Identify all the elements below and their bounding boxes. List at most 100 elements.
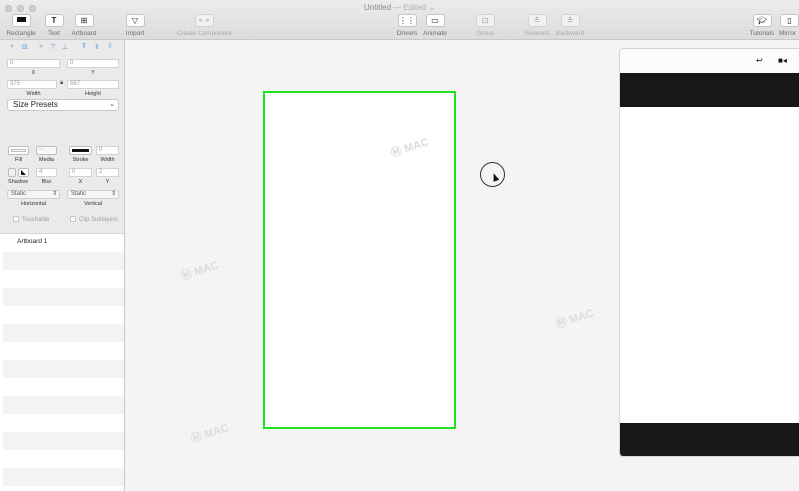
fill-swatch[interactable] — [8, 146, 29, 155]
component-icon: ⚬⚬ — [197, 16, 211, 25]
align-center-h-icon[interactable]: ⊟ — [22, 43, 28, 51]
stepper-icon: ⇕ — [51, 191, 57, 197]
width-label: Width — [26, 91, 41, 97]
clip-sublayers-checkbox[interactable]: Clip Sublayers — [70, 216, 118, 223]
animate-button[interactable]: ▭ Animate — [422, 14, 448, 37]
backward-label: Backward — [555, 30, 585, 37]
layers-list: Artboard 1 — [0, 233, 124, 491]
forward-button[interactable]: ≛ Forward — [523, 14, 551, 37]
layer-row-empty — [3, 468, 124, 486]
artboard[interactable] — [263, 91, 456, 429]
alignment-toolbar: ⫞ ⊟ ⫟ ⊤ ⊥ ⫪ ⫫ ⫩ — [4, 43, 122, 53]
horizontal-constraint-value: Static — [11, 191, 27, 197]
document-title-name: Untitled — [363, 3, 392, 12]
layer-row-empty — [3, 396, 124, 414]
size-presets-select[interactable]: Size Presets ⌄ — [7, 99, 119, 111]
height-label: Height — [85, 91, 101, 97]
stroke-width-field[interactable]: 0 — [96, 146, 119, 155]
preview-bottom-bar — [620, 423, 799, 456]
group-label: Group — [475, 30, 495, 37]
blur-field[interactable]: 4 — [36, 168, 57, 177]
shadow-y-field[interactable]: 2 — [96, 168, 119, 177]
watermark-logo: Ⓜ MAC — [189, 422, 231, 446]
media-placeholder-icon: ⌒ — [39, 150, 46, 156]
import-icon: ▽ — [131, 16, 139, 25]
layer-row-empty — [3, 288, 124, 306]
tutorials-button[interactable]: 🎓︎ Tutorials — [747, 14, 777, 37]
text-tool-label: Text — [48, 30, 60, 37]
undo-icon[interactable]: ↩ — [756, 56, 763, 65]
create-component-button[interactable]: ⚬⚬ Create Component — [174, 14, 234, 37]
artboard-tool-button[interactable]: ⊞ Artboard — [69, 14, 99, 37]
watermark-logo: Ⓜ MAC — [179, 259, 221, 283]
height-field[interactable]: 667 — [67, 80, 119, 89]
rectangle-tool-button[interactable]: Rectangle — [6, 14, 36, 37]
lock-aspect-icon[interactable]: 🔒︎ — [60, 80, 63, 87]
group-icon: ⊡ — [481, 16, 489, 25]
document-title[interactable]: Untitled — Edited ⌄ — [0, 3, 799, 12]
backward-button[interactable]: ≚ Backward — [553, 14, 587, 37]
x-field[interactable]: 0 — [7, 59, 60, 68]
stroke-width-label: Width — [100, 157, 115, 163]
graduation-cap-icon: 🎓︎ — [756, 16, 768, 25]
shadow-label: Shadow — [8, 179, 28, 185]
distribute-h-icon[interactable]: ⊥ — [62, 43, 68, 51]
layer-row-empty — [3, 252, 124, 270]
import-button[interactable]: ▽ Import — [123, 14, 147, 37]
shadow-y-label: Y — [105, 179, 110, 185]
align-top-icon[interactable]: ⊤ — [50, 43, 56, 51]
fill-label: Fill — [14, 157, 23, 163]
shadow-toggle[interactable] — [8, 168, 16, 177]
mirror-icon: ▯ — [787, 16, 792, 25]
artboard-tool-label: Artboard — [71, 30, 97, 37]
media-label: Media — [39, 157, 54, 163]
text-icon: T — [51, 16, 57, 25]
mirror-button[interactable]: ▯ Mirror — [779, 14, 799, 37]
preview-panel: ↩ ■◂ — [619, 48, 799, 457]
stepper-icon: ⇕ — [110, 191, 116, 197]
media-swatch[interactable]: ⌒ — [36, 146, 57, 156]
animate-icon: ▭ — [431, 16, 439, 25]
bring-forward-icon: ≛ — [533, 16, 541, 25]
mirror-label: Mirror — [779, 30, 796, 37]
width-field[interactable]: 375 — [7, 80, 57, 89]
toolbar: Untitled — Edited ⌄ Rectangle T Text ⊞ A… — [0, 0, 799, 40]
inspector-panel: ⫞ ⊟ ⫟ ⊤ ⊥ ⫪ ⫫ ⫩ 0 0 X Y 375 🔒︎ 667 Width… — [0, 40, 125, 491]
shadow-color-swatch[interactable] — [18, 168, 29, 177]
create-component-label: Create Component — [176, 30, 232, 37]
distribute-v-icon[interactable]: ⫩ — [108, 43, 112, 51]
touchable-checkbox[interactable]: Touchable — [13, 216, 49, 223]
drivers-button[interactable]: ⋮⋮ Drivers — [395, 14, 419, 37]
align-middle-icon[interactable]: ⫫ — [95, 43, 99, 51]
app-window: Untitled — Edited ⌄ Rectangle T Text ⊞ A… — [0, 0, 799, 491]
stroke-swatch[interactable] — [69, 146, 92, 155]
align-left-icon[interactable]: ⫞ — [10, 43, 14, 51]
chevron-down-icon: ⌄ — [109, 101, 115, 108]
layer-row-empty — [3, 432, 124, 450]
import-label: Import — [125, 30, 145, 37]
animate-label: Animate — [423, 30, 447, 37]
horizontal-constraint-select[interactable]: Static ⇕ — [7, 190, 60, 199]
tutorials-label: Tutorials — [749, 30, 775, 37]
layer-row[interactable]: Artboard 1 — [3, 234, 124, 252]
preview-top-bar — [620, 73, 799, 107]
horizontal-label: Horizontal — [21, 201, 46, 207]
forward-label: Forward — [525, 30, 549, 37]
align-bottom-icon[interactable]: ⫪ — [82, 43, 86, 51]
camera-icon[interactable]: ■◂ — [778, 56, 787, 65]
vertical-constraint-select[interactable]: Static ⇕ — [67, 190, 119, 199]
text-tool-button[interactable]: T Text — [44, 14, 64, 37]
vertical-label: Vertical — [83, 201, 103, 207]
canvas[interactable]: Ⓜ MAC Ⓜ MAC Ⓜ MAC Ⓜ MAC ↩ ■◂ — [125, 40, 799, 491]
preview-toolbar: ↩ ■◂ — [620, 49, 799, 73]
vertical-constraint-value: Static — [71, 191, 87, 197]
blur-label: Blur — [41, 179, 52, 185]
size-presets-value: Size Presets — [13, 100, 58, 109]
y-field[interactable]: 0 — [67, 59, 119, 68]
shadow-x-field[interactable]: 0 — [69, 168, 92, 177]
align-right-icon[interactable]: ⫟ — [39, 43, 43, 51]
shadow-x-label: X — [78, 179, 83, 185]
drivers-label: Drivers — [396, 30, 418, 37]
layer-row-empty — [3, 360, 124, 378]
group-button[interactable]: ⊡ Group — [474, 14, 496, 37]
